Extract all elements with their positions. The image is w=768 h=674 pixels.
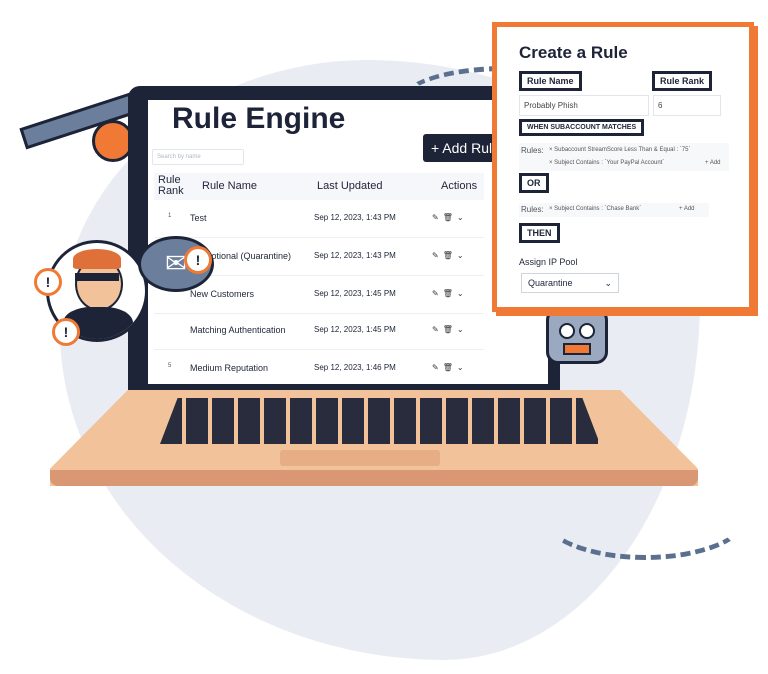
panel-title: Create a Rule: [519, 43, 628, 62]
when-label: WHEN SUBACCOUNT MATCHES: [519, 119, 645, 136]
col-actions: Actions: [441, 180, 478, 192]
rule-group-2: Rules: × Subject Contains : `Chase Bank`…: [519, 203, 709, 217]
rule-updated: Sep 12, 2023, 1:45 PM: [314, 325, 396, 334]
rule-name-input[interactable]: Probably Phish: [519, 95, 649, 116]
then-label: THEN: [519, 223, 560, 243]
row-actions-icons[interactable]: ✎🗑⌄: [432, 251, 468, 260]
condition-chip[interactable]: × Subject Contains : `Chase Bank`: [549, 206, 641, 212]
rule-updated: Sep 12, 2023, 1:43 PM: [314, 251, 396, 260]
rule-updated: Sep 12, 2023, 1:46 PM: [314, 363, 396, 372]
rule-rank-label: Rule Rank: [652, 71, 713, 91]
or-label: OR: [519, 173, 549, 193]
table-row[interactable]: Matching Authentication Sep 12, 2023, 1:4…: [154, 312, 484, 350]
rule-engine-screen: Rule Engine + Add Rule Search by name Ru…: [148, 100, 548, 384]
rule-name: Medium Reputation: [190, 363, 269, 373]
robot-illustration: [546, 308, 608, 364]
chevron-down-icon: ⌄: [604, 278, 612, 288]
row-actions-icons[interactable]: ✎🗑⌄: [432, 213, 468, 222]
alert-icon: !: [184, 246, 212, 274]
add-condition-button[interactable]: + Add: [679, 206, 695, 212]
row-actions-icons[interactable]: ✎🗑⌄: [432, 289, 468, 298]
rule-name: Test: [190, 213, 207, 223]
rule-updated: Sep 12, 2023, 1:43 PM: [314, 213, 396, 222]
laptop-touchpad: [280, 450, 440, 466]
condition-chip[interactable]: × Subaccount StreamScore Less Than & Equ…: [549, 147, 690, 153]
rule-name: New Customers: [190, 289, 255, 299]
alert-icon: !: [52, 318, 80, 346]
ip-pool-select[interactable]: Quarantine ⌄: [521, 273, 619, 293]
rule-updated: Sep 12, 2023, 1:45 PM: [314, 289, 396, 298]
table-header: Rule Rank Rule Name Last Updated Actions: [154, 173, 484, 200]
row-actions-icons[interactable]: ✎🗑⌄: [432, 325, 468, 334]
laptop-keyboard: [160, 398, 600, 444]
col-rank: Rule Rank: [158, 174, 184, 197]
col-updated: Last Updated: [317, 180, 383, 192]
page-title: Rule Engine: [172, 102, 346, 135]
row-actions-icons[interactable]: ✎🗑⌄: [432, 363, 468, 372]
rule-rank-input[interactable]: 6: [653, 95, 721, 116]
rule-group-1: Rules: × Subaccount StreamScore Less Tha…: [519, 143, 729, 171]
rule-name: Matching Authentication: [190, 325, 286, 335]
condition-chip[interactable]: × Subject Contains : `Your PayPal Accoun…: [549, 160, 664, 166]
assign-ip-pool-label: Assign IP Pool: [519, 257, 578, 267]
search-input[interactable]: Search by name: [152, 149, 244, 165]
table-row[interactable]: 1 Test Sep 12, 2023, 1:43 PM ✎🗑⌄: [154, 200, 484, 238]
table-row[interactable]: 5 Medium Reputation Sep 12, 2023, 1:46 PM ✎…: [154, 350, 484, 384]
alert-icon: !: [34, 268, 62, 296]
add-condition-button[interactable]: + Add: [705, 160, 721, 166]
rule-name-label: Rule Name: [519, 71, 582, 91]
col-name: Rule Name: [202, 180, 258, 192]
laptop-base-edge: [50, 470, 698, 486]
create-rule-panel: Create a Rule Rule Name Rule Rank Probab…: [492, 22, 754, 312]
